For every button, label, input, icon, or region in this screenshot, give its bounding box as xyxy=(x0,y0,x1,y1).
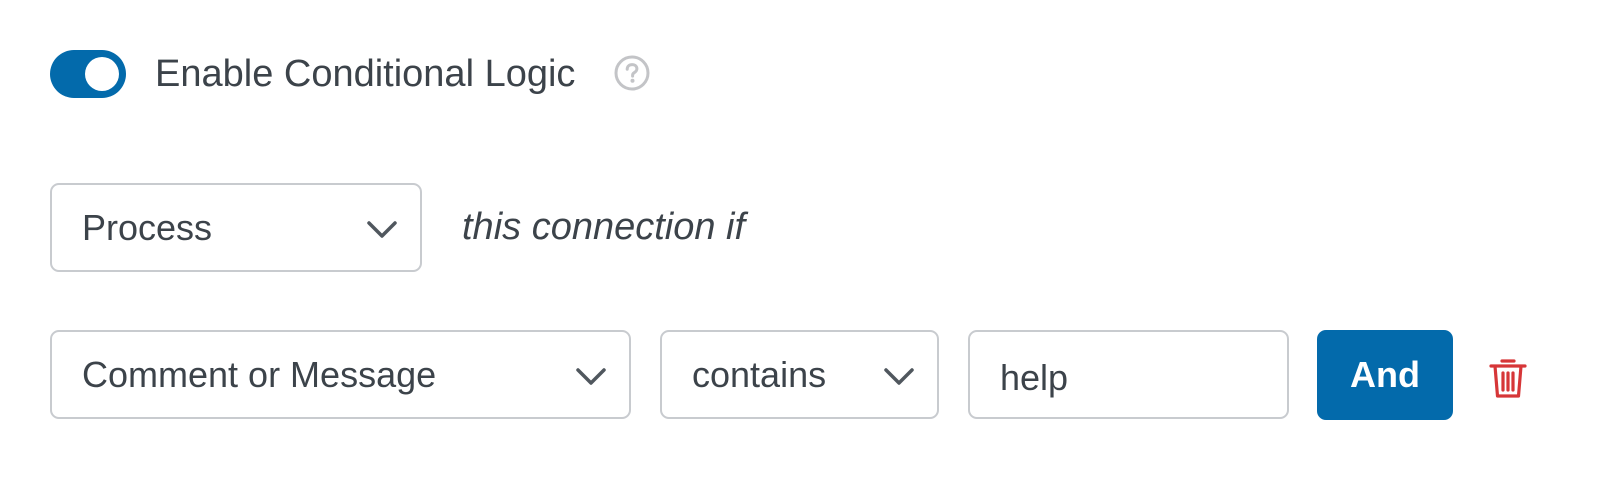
field-select-value: Comment or Message xyxy=(82,353,437,395)
operator-select-value: contains xyxy=(692,353,827,395)
action-select-value: Process xyxy=(82,206,213,248)
toggle-knob xyxy=(85,57,119,91)
action-select[interactable]: Process xyxy=(50,183,422,272)
conditional-logic-toggle[interactable] xyxy=(50,50,126,98)
toggle-label: Enable Conditional Logic xyxy=(155,53,576,95)
chevron-down-icon xyxy=(576,367,606,385)
chevron-down-icon xyxy=(884,367,914,385)
trash-icon[interactable] xyxy=(1488,356,1528,400)
operator-select[interactable]: contains xyxy=(660,330,939,419)
condition-value-input[interactable] xyxy=(968,330,1289,419)
help-icon[interactable] xyxy=(614,55,650,91)
and-button[interactable]: And xyxy=(1317,330,1453,420)
condition-suffix-text: this connection if xyxy=(462,206,746,248)
chevron-down-icon xyxy=(367,220,397,238)
field-select[interactable]: Comment or Message xyxy=(50,330,631,419)
